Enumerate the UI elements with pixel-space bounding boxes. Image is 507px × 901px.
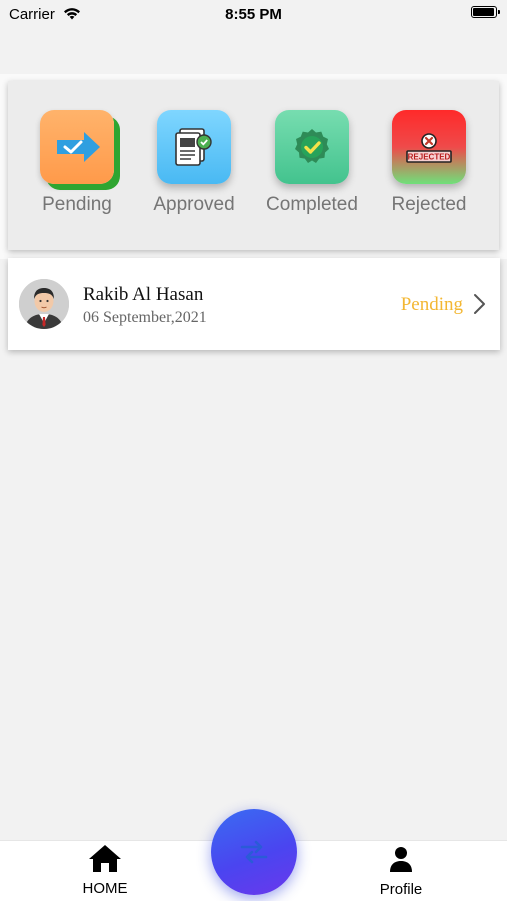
user-avatar-icon bbox=[19, 279, 69, 329]
category-pending[interactable]: Pending bbox=[22, 110, 132, 216]
category-label: Completed bbox=[266, 194, 358, 215]
badge-check-icon bbox=[295, 129, 329, 163]
exchange-fab[interactable] bbox=[211, 809, 297, 895]
nav-home[interactable]: HOME bbox=[45, 841, 165, 897]
arrow-check-icon bbox=[57, 132, 100, 162]
clock: 8:55 PM bbox=[225, 6, 282, 23]
svg-text:REJECTED: REJECTED bbox=[408, 153, 451, 162]
nav-profile[interactable]: Profile bbox=[341, 841, 461, 898]
category-panel: Pending Approved Completed REJECTED Reje… bbox=[8, 81, 499, 250]
swap-arrows-icon bbox=[240, 840, 268, 864]
rejected-tile[interactable]: REJECTED bbox=[392, 110, 466, 184]
status-label: Pending bbox=[400, 294, 463, 315]
category-label: Approved bbox=[153, 194, 235, 215]
request-date: 06 September,2021 bbox=[83, 309, 207, 326]
person-icon bbox=[390, 847, 412, 872]
nav-home-label: HOME bbox=[82, 880, 128, 897]
category-rejected[interactable]: REJECTED Rejected bbox=[374, 110, 484, 216]
category-label: Rejected bbox=[391, 194, 467, 215]
home-icon bbox=[89, 845, 121, 872]
category-completed[interactable]: Completed bbox=[257, 110, 367, 216]
battery-icon bbox=[471, 6, 500, 18]
rejected-stamp-icon: REJECTED bbox=[406, 133, 452, 163]
requester-name: Rakib Al Hasan bbox=[83, 284, 204, 305]
chevron-right-icon[interactable] bbox=[472, 293, 486, 315]
request-card[interactable]: Rakib Al Hasan 06 September,2021 Pending bbox=[8, 258, 500, 350]
pending-tile[interactable] bbox=[40, 110, 114, 184]
status-bar: Carrier 8:55 PM bbox=[0, 0, 507, 30]
avatar bbox=[19, 279, 69, 329]
completed-tile[interactable] bbox=[275, 110, 349, 184]
approved-tile[interactable] bbox=[157, 110, 231, 184]
category-approved[interactable]: Approved bbox=[139, 110, 249, 216]
nav-profile-label: Profile bbox=[379, 881, 423, 898]
category-label: Pending bbox=[42, 194, 112, 215]
document-approved-icon bbox=[175, 128, 212, 166]
